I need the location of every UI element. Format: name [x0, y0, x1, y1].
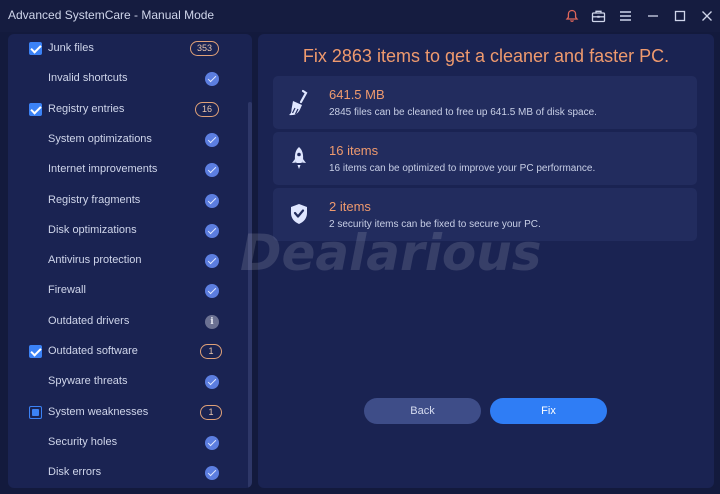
issue-count-badge: 16 [195, 101, 220, 117]
sidebar-item[interactable]: System optimizations [8, 125, 242, 155]
sidebar-item[interactable]: Registry entries 16 [8, 95, 242, 125]
sidebar-item[interactable]: Spyware threats [8, 367, 242, 397]
sidebar-item[interactable]: Internet improvements [8, 155, 242, 185]
sidebar-item-label: Disk errors [48, 466, 102, 479]
summary-panel: Fix 2863 items to get a cleaner and fast… [258, 34, 714, 488]
sidebar-scrollbar[interactable] [248, 102, 252, 488]
rocket-icon [292, 147, 306, 169]
toolbox-icon[interactable] [585, 0, 612, 32]
sidebar-item-checkbox[interactable] [29, 42, 42, 55]
sidebar-item[interactable]: Firewall [8, 276, 242, 306]
check-circle-icon [205, 193, 219, 208]
sidebar-item-label: Junk files [48, 42, 94, 54]
sidebar-item[interactable]: System weaknesses 1 [8, 398, 242, 428]
sidebar-item[interactable]: Registry fragments [8, 186, 242, 216]
sidebar-item-label: System optimizations [48, 132, 152, 145]
sidebar-item-label: Security holes [48, 435, 118, 448]
sidebar-item-checkbox[interactable] [29, 102, 42, 116]
issue-count-badge: 1 [200, 344, 222, 359]
sidebar-item-checkbox[interactable] [29, 345, 42, 358]
title-bar: Advanced SystemCare - Manual Mode [0, 0, 720, 32]
sidebar-item-checkbox[interactable] [29, 405, 42, 419]
info-icon[interactable]: i [205, 314, 219, 329]
sidebar-item[interactable]: Security holes [8, 428, 242, 458]
shield-icon [291, 204, 307, 224]
sidebar-item-label: Registry fragments [48, 193, 141, 206]
broom-icon [289, 89, 308, 116]
security-summary-title: 2 items [329, 199, 371, 214]
check-circle-icon [205, 375, 219, 390]
scan-results-sidebar: Junk files 353 Invalid shortcuts Registry e… [8, 34, 252, 488]
sidebar-item-label: Firewall [48, 284, 86, 297]
check-circle-icon [205, 132, 219, 147]
fix-button[interactable]: Fix [490, 398, 607, 424]
junk-summary-card: 641.5 MB 2845 files can be cleaned to fr… [273, 76, 697, 129]
junk-summary-desc: 2845 files can be cleaned to free up 641… [329, 107, 597, 118]
issue-count-badge: 1 [200, 404, 222, 420]
sidebar-item[interactable]: Disk errors [8, 458, 242, 488]
sidebar-item-label: Disk optimizations [48, 223, 137, 236]
check-circle-icon [205, 435, 219, 450]
security-summary-desc: 2 security items can be fixed to secure … [329, 219, 541, 230]
check-circle-icon [205, 284, 219, 299]
summary-headline: Fix 2863 items to get a cleaner and fast… [302, 46, 670, 66]
sidebar-item-label: Invalid shortcuts [48, 72, 128, 85]
maximize-icon[interactable] [666, 0, 693, 32]
bell-icon[interactable] [558, 0, 585, 32]
sidebar-item[interactable]: Outdated drivers i [8, 307, 242, 337]
minimize-icon[interactable] [639, 0, 666, 32]
menu-icon[interactable] [612, 0, 639, 32]
issue-count-badge: 353 [190, 41, 220, 56]
check-circle-icon [205, 223, 219, 238]
sidebar-item-label: Internet improvements [48, 163, 158, 176]
app-title: Advanced SystemCare - Manual Mode [8, 8, 215, 22]
sidebar-item[interactable]: Antivirus protection [8, 246, 242, 276]
close-icon[interactable] [693, 0, 720, 32]
sidebar-item-label: Antivirus protection [48, 254, 142, 267]
sidebar-item-label: System weaknesses [48, 405, 149, 418]
check-circle-icon [205, 163, 219, 178]
check-circle-icon [205, 466, 219, 481]
security-summary-card: 2 items 2 security items can be fixed to… [273, 188, 697, 241]
optimization-summary-title: 16 items [329, 143, 379, 158]
check-circle-icon [205, 254, 219, 269]
back-button[interactable]: Back [364, 398, 481, 424]
optimization-summary-card: 16 items 16 items can be optimized to im… [273, 132, 697, 185]
sidebar-item[interactable]: Outdated software 1 [8, 337, 242, 367]
sidebar-item[interactable]: Junk files 353 [8, 34, 242, 64]
sidebar-item-label: Spyware threats [48, 375, 128, 388]
sidebar-item-label: Registry entries [48, 102, 125, 115]
sidebar-item-label: Outdated software [48, 345, 138, 357]
sidebar-item[interactable]: Disk optimizations [8, 216, 242, 246]
sidebar-item[interactable]: Invalid shortcuts [8, 64, 242, 94]
check-circle-icon [205, 72, 219, 87]
junk-summary-title: 641.5 MB [329, 87, 385, 102]
sidebar-item-label: Outdated drivers [48, 314, 130, 327]
optimization-summary-desc: 16 items can be optimized to improve you… [329, 163, 596, 174]
